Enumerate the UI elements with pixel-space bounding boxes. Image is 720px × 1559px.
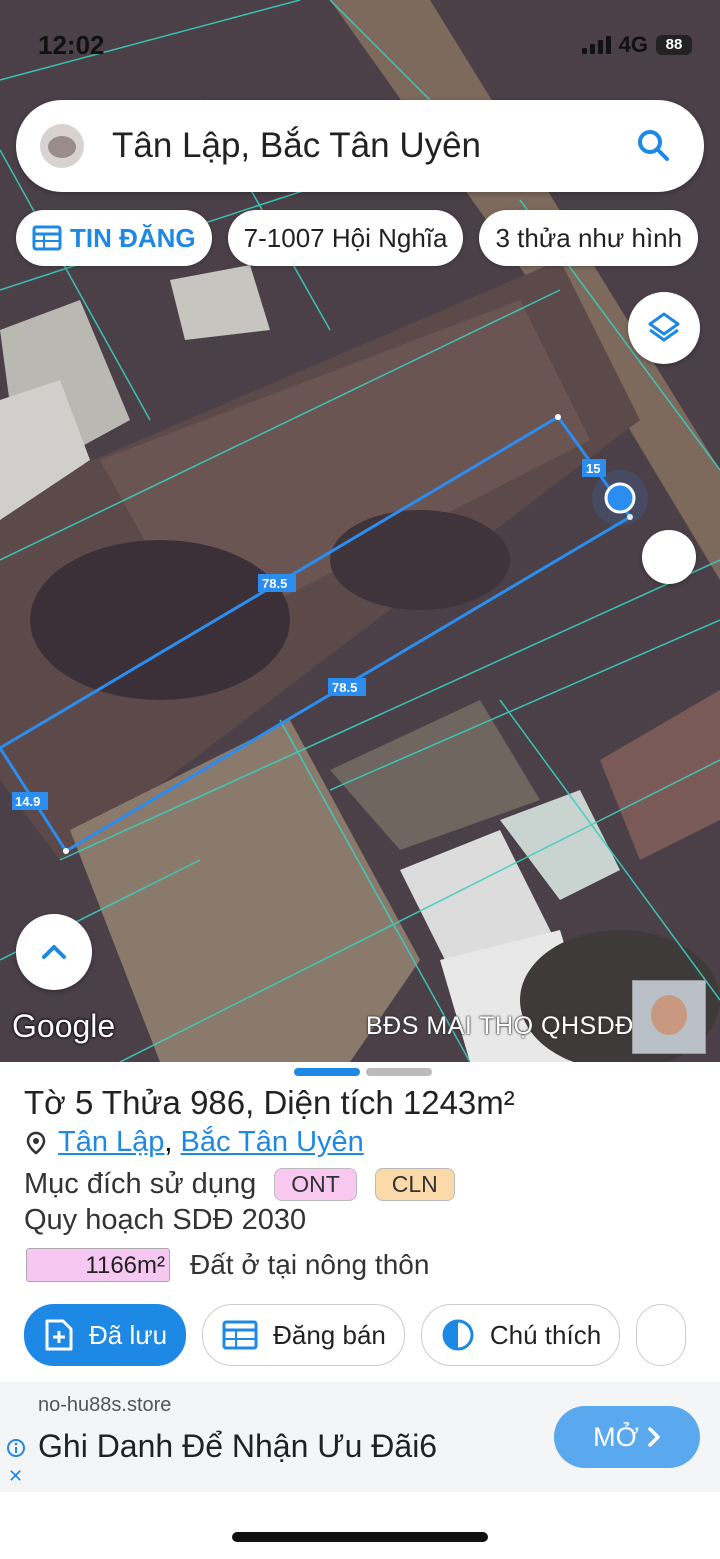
map-control-button[interactable]: [642, 530, 696, 584]
parcel-info-panel: Tờ 5 Thửa 986, Diện tích 1243m² Tân Lập,…: [0, 1062, 720, 1382]
info-icon[interactable]: [6, 1438, 26, 1458]
panel-handle[interactable]: [294, 1068, 432, 1076]
purpose-label: Mục đích sử dụng: [24, 1168, 257, 1200]
post-sale-label: Đăng bán: [273, 1319, 386, 1350]
area-word: , Diện tích: [245, 1084, 394, 1121]
search-input[interactable]: Tân Lập, Bắc Tân Uyên: [112, 126, 632, 166]
more-action-button[interactable]: [636, 1304, 687, 1366]
edge-label-long-bottom: 78.5: [332, 680, 357, 695]
parcel-title: Tờ 5 Thửa 986, Diện tích 1243m²: [24, 1084, 515, 1122]
legend-button[interactable]: Chú thích: [420, 1304, 621, 1366]
parcel-area: 1243m²: [402, 1084, 515, 1121]
saved-button[interactable]: Đã lưu: [24, 1304, 187, 1366]
location-commune-link[interactable]: Tân Lập: [58, 1126, 164, 1158]
land-use-purpose: Mục đích sử dụng ONT CLN: [24, 1168, 455, 1201]
close-icon[interactable]: ✕: [8, 1466, 23, 1487]
chevron-right-icon: [648, 1427, 660, 1447]
action-buttons: Đã lưu Đăng bán Chú thích: [24, 1304, 687, 1366]
edge-label-long-top: 78.5: [262, 576, 287, 591]
plan-area-value: 1166m²: [26, 1248, 170, 1282]
location-sep: ,: [164, 1126, 173, 1158]
table-icon: [222, 1320, 258, 1350]
layers-button[interactable]: [628, 292, 700, 364]
add-file-icon: [45, 1319, 73, 1351]
chevron-up-icon: [42, 945, 66, 959]
parcel-location: Tân Lập, Bắc Tân Uyên: [26, 1126, 364, 1159]
edge-label-short-top: 15: [586, 461, 600, 476]
ad-title: Ghi Danh Để Nhận Ưu Đãi6: [38, 1428, 438, 1464]
chip-listings[interactable]: TIN ĐĂNG: [16, 210, 212, 266]
legend-button-label: Chú thích: [489, 1319, 602, 1350]
plan-area-description: Đất ở tại nông thôn: [190, 1249, 430, 1280]
search-icon[interactable]: [632, 124, 676, 168]
chip-parcel-1[interactable]: 7-1007 Hội Nghĩa: [227, 210, 464, 266]
avatar[interactable]: [40, 124, 84, 168]
post-sale-button[interactable]: Đăng bán: [202, 1304, 405, 1366]
ad-open-button[interactable]: MỞ: [554, 1406, 700, 1468]
location-district-link[interactable]: Bắc Tân Uyên: [181, 1126, 364, 1158]
network-type: 4G: [618, 32, 648, 57]
profile-thumbnail[interactable]: [632, 980, 706, 1054]
ad-banner[interactable]: ✕ no-hu88s.store Ghi Danh Để Nhận Ưu Đãi…: [0, 1382, 720, 1492]
plan-area-row: 1166m² Đất ở tại nông thôn: [26, 1248, 429, 1282]
location-pin-icon: [26, 1131, 46, 1155]
chip-parcel-2-label: 3 thửa như hình: [495, 222, 683, 253]
status-right: 4G 88: [581, 32, 692, 58]
chip-parcel-2[interactable]: 3 thửa như hình: [479, 210, 699, 266]
sheet-number: 5: [74, 1084, 94, 1121]
filter-chips: TIN ĐĂNG 7-1007 Hội Nghĩa 3 thửa như hìn…: [16, 210, 699, 266]
ad-domain: no-hu88s.store: [38, 1394, 172, 1416]
battery-icon: 88: [656, 35, 692, 55]
plan-label: Quy hoạch SDĐ 2030: [24, 1204, 307, 1236]
title-prefix: Tờ: [24, 1084, 66, 1121]
parcel-word: Thửa: [101, 1084, 181, 1121]
parcel-number: 986: [190, 1084, 246, 1121]
edge-label-short-bottom: 14.9: [15, 794, 40, 809]
status-bar: 12:02 4G 88: [38, 28, 692, 62]
chip-listings-label: TIN ĐĂNG: [70, 222, 196, 253]
home-indicator[interactable]: [232, 1532, 488, 1542]
chip-parcel-1-label: 7-1007 Hội Nghĩa: [243, 222, 448, 253]
status-time: 12:02: [38, 29, 105, 60]
google-attribution: Google: [12, 1008, 116, 1044]
purpose-tag-cln: CLN: [374, 1168, 455, 1201]
expand-button[interactable]: [16, 914, 92, 990]
map-view[interactable]: 15 78.5 78.5 14.9 12:02 4G 88 Tân Lập, B…: [0, 0, 720, 1062]
purpose-tag-ont: ONT: [274, 1168, 357, 1201]
half-circle-icon: [442, 1319, 474, 1351]
table-icon: [32, 225, 62, 251]
layers-icon: [648, 312, 680, 342]
signal-icon: [581, 36, 611, 54]
search-bar[interactable]: Tân Lập, Bắc Tân Uyên: [16, 100, 704, 192]
saved-button-label: Đã lưu: [89, 1319, 168, 1350]
ad-open-label: MỞ: [593, 1421, 639, 1452]
